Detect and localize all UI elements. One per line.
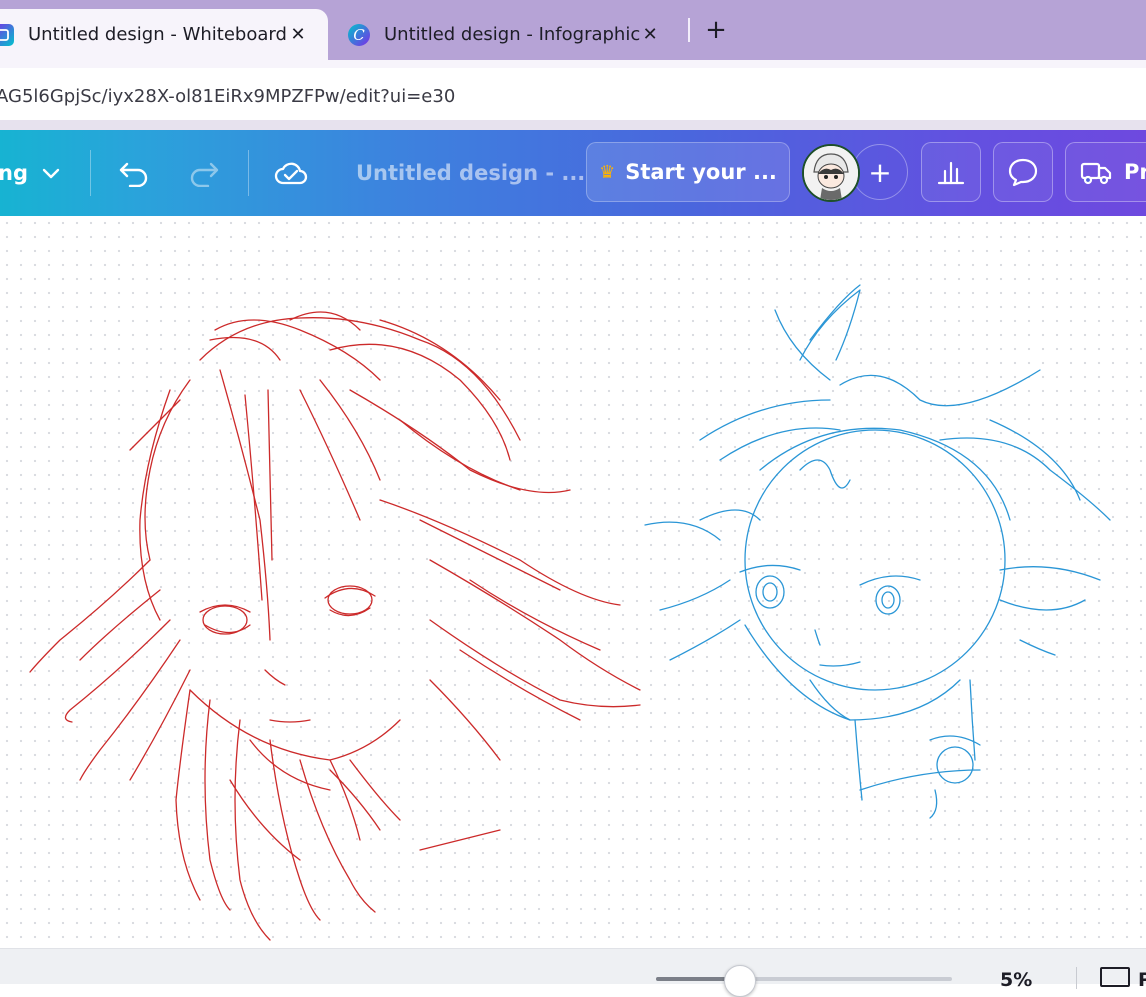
design-title[interactable]: Untitled design - ...: [356, 152, 585, 194]
tab-infographic[interactable]: C Untitled design - Infographic ✕: [340, 9, 680, 60]
url-text: AG5l6GpjSc/iyx28X-ol81EiRx9MPZFPw/edit?u…: [0, 85, 456, 107]
insights-button[interactable]: [921, 142, 981, 202]
toolbar-divider: [248, 150, 249, 196]
chevron-down-icon: [42, 168, 60, 179]
red-character-sketch[interactable]: [29, 311, 641, 941]
crown-icon: ♛: [599, 161, 616, 183]
new-tab-button[interactable]: +: [704, 14, 728, 46]
blue-character-sketch[interactable]: [644, 284, 1111, 819]
tab-title: Untitled design - Infographic: [384, 24, 641, 45]
undo-icon: [119, 162, 148, 187]
mode-label: ng: [0, 161, 28, 185]
add-collaborator-button[interactable]: +: [852, 144, 908, 200]
zoom-level[interactable]: 5%: [1000, 969, 1032, 991]
url-field[interactable]: AG5l6GpjSc/iyx28X-ol81EiRx9MPZFPw/edit?u…: [0, 68, 1146, 124]
tab-title: Untitled design - Whiteboard: [28, 24, 287, 45]
address-bar-divider: [0, 120, 1146, 130]
address-bar: AG5l6GpjSc/iyx28X-ol81EiRx9MPZFPw/edit?u…: [0, 60, 1146, 126]
bar-chart-icon: [937, 161, 965, 185]
editor-footer: 5% P: [0, 948, 1146, 997]
cloud-check-icon: [274, 162, 308, 185]
undo-button[interactable]: [112, 152, 156, 194]
canva-logo-icon: C: [348, 23, 370, 46]
drawing-layer: [29, 284, 1111, 941]
footer-divider: [1076, 967, 1077, 989]
close-tab-icon[interactable]: ✕: [288, 24, 308, 45]
comments-button[interactable]: [993, 142, 1053, 202]
print-button[interactable]: Pr: [1065, 142, 1146, 202]
mode-dropdown[interactable]: ng: [0, 152, 62, 194]
whiteboard-canvas[interactable]: [0, 216, 1146, 948]
start-trial-button[interactable]: ♛ Start your ...: [586, 142, 790, 202]
zoom-slider-handle[interactable]: [723, 965, 756, 997]
delivery-truck-icon: [1080, 162, 1112, 185]
close-tab-icon[interactable]: ✕: [640, 24, 660, 45]
redo-icon: [190, 162, 219, 187]
pages-label[interactable]: P: [1138, 969, 1146, 991]
avatar[interactable]: [802, 144, 860, 202]
browser-tab-strip: Untitled design - Whiteboard ✕ C Untitle…: [0, 0, 1146, 60]
cloud-save-status[interactable]: [268, 152, 314, 194]
tab-divider: [688, 18, 690, 42]
start-trial-label: Start your ...: [625, 160, 777, 184]
toolbar-divider: [90, 150, 91, 196]
canva-whiteboard-icon: [0, 23, 14, 46]
tab-whiteboard[interactable]: Untitled design - Whiteboard ✕: [0, 9, 328, 60]
print-label: Pr: [1124, 160, 1146, 184]
zoom-slider-track[interactable]: [656, 977, 952, 981]
redo-button[interactable]: [182, 152, 226, 194]
user-avatar-icon: [804, 146, 858, 200]
comment-icon: [1008, 158, 1038, 187]
pages-icon[interactable]: [1100, 967, 1130, 987]
